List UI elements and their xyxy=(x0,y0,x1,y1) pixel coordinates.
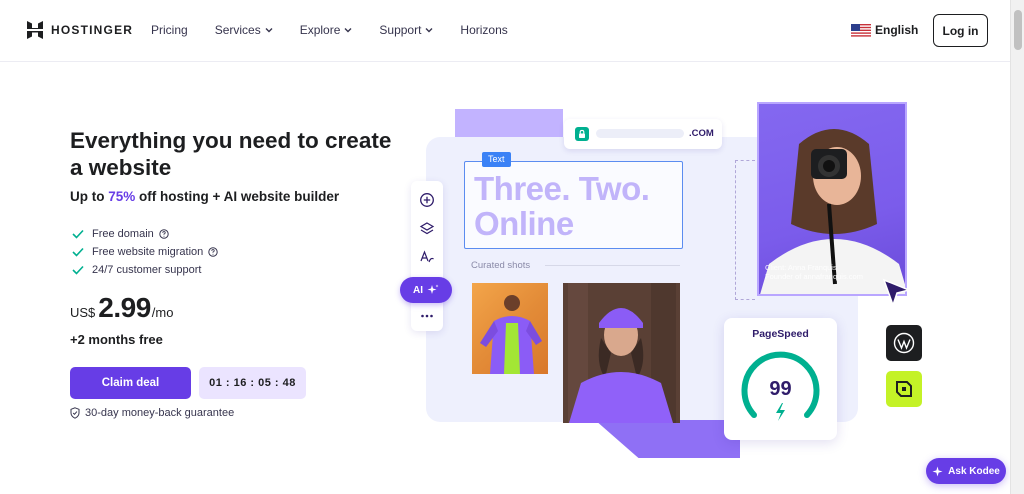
editor-toolbar xyxy=(411,181,443,331)
nav-support[interactable]: Support xyxy=(379,23,433,37)
language-selector[interactable]: English xyxy=(851,23,918,37)
headline-line: Three. Two. xyxy=(474,170,650,207)
sparkle-icon xyxy=(427,284,439,294)
lightning-icon xyxy=(776,403,785,421)
ask-kodee-label: Ask Kodee xyxy=(948,465,1000,477)
us-flag-icon xyxy=(851,23,871,37)
divider xyxy=(545,265,680,266)
text-style-icon[interactable] xyxy=(419,249,435,265)
free-months: +2 months free xyxy=(70,332,163,347)
main-nav: Pricing Services Explore Support Horizon… xyxy=(151,23,535,37)
question-icon[interactable] xyxy=(208,247,218,257)
countdown-timer: 01 : 16 : 05 : 48 xyxy=(199,367,306,399)
feature-label: 24/7 customer support xyxy=(92,264,202,276)
pagespeed-score: 99 xyxy=(769,378,792,400)
headline-text: Three. Two. Online xyxy=(474,170,650,242)
lime-brand-icon xyxy=(886,371,922,407)
question-icon[interactable] xyxy=(159,229,169,239)
decoration-block xyxy=(595,420,740,458)
plus-circle-icon[interactable] xyxy=(419,192,435,208)
selection-frame xyxy=(735,160,755,300)
domain-bar: .COM xyxy=(564,119,722,149)
price-currency: US$ xyxy=(70,305,96,320)
wordpress-icon xyxy=(886,325,922,361)
client-caption: Client: Anna Franquis Founder of annafra… xyxy=(765,263,863,281)
price-amount: 2.99 xyxy=(98,292,151,323)
more-icon[interactable] xyxy=(419,308,435,324)
ask-kodee-button[interactable]: Ask Kodee xyxy=(926,458,1006,484)
subtitle-suffix: off hosting + AI website builder xyxy=(135,189,340,204)
check-icon xyxy=(72,265,84,275)
domain-tld: .COM xyxy=(689,128,714,139)
chevron-down-icon xyxy=(344,28,352,33)
photo-man-purple-suit xyxy=(472,283,548,374)
shield-icon xyxy=(70,407,80,419)
hero-subtitle: Up to 75% off hosting + AI website build… xyxy=(70,189,339,204)
feature-item: Free website migration xyxy=(72,243,218,261)
discount-percent: 75% xyxy=(108,189,136,204)
nav-services[interactable]: Services xyxy=(215,23,273,37)
price: US$ 2.99 /mo xyxy=(70,292,173,324)
scrollbar-thumb[interactable] xyxy=(1014,10,1022,50)
domain-placeholder xyxy=(596,129,684,138)
lock-icon xyxy=(575,127,589,141)
site-header: HOSTINGER Pricing Services Explore Suppo… xyxy=(0,0,1010,62)
guarantee-label: 30-day money-back guarantee xyxy=(85,407,235,419)
subtitle-prefix: Up to xyxy=(70,189,109,204)
feature-label: Free website migration xyxy=(92,246,204,258)
ai-label: AI xyxy=(413,284,423,296)
nav-explore[interactable]: Explore xyxy=(300,23,353,37)
logo-text: HOSTINGER xyxy=(51,23,134,37)
decoration-block xyxy=(455,109,563,139)
text-tag: Text xyxy=(482,152,511,167)
nav-services-label: Services xyxy=(214,23,261,37)
nav-pricing-label: Pricing xyxy=(151,23,188,37)
feature-label: Free domain xyxy=(92,228,154,240)
layers-icon[interactable] xyxy=(419,221,435,237)
page-scrollbar[interactable] xyxy=(1010,0,1024,494)
nav-explore-label: Explore xyxy=(299,23,341,37)
page: HOSTINGER Pricing Services Explore Suppo… xyxy=(0,0,1010,494)
photo-woman-purple-beanie xyxy=(563,283,680,423)
hero-title: Everything you need to create a website xyxy=(70,128,392,180)
price-period: /mo xyxy=(151,305,174,320)
cursor-icon xyxy=(882,278,912,308)
nav-support-label: Support xyxy=(379,23,422,37)
feature-list: Free domain Free website migration 24/7 … xyxy=(72,225,218,279)
curated-label: Curated shots xyxy=(471,260,531,271)
check-icon xyxy=(72,229,84,239)
nav-horizons-label: Horizons xyxy=(460,23,508,37)
language-label: English xyxy=(875,23,919,37)
chevron-down-icon xyxy=(265,28,273,33)
chevron-down-icon xyxy=(425,28,433,33)
client-name: Client: Anna Franquis xyxy=(765,263,837,272)
feature-item: Free domain xyxy=(72,225,218,243)
logo[interactable]: HOSTINGER xyxy=(26,20,133,40)
nav-horizons[interactable]: Horizons xyxy=(460,23,507,37)
pagespeed-card: PageSpeed 99 xyxy=(724,318,837,440)
hostinger-logo-icon xyxy=(27,21,43,39)
feature-item: 24/7 customer support xyxy=(72,261,218,279)
pagespeed-title: PageSpeed xyxy=(752,328,809,340)
headline-line: Online xyxy=(474,205,574,242)
guarantee: 30-day money-back guarantee xyxy=(70,407,234,419)
nav-pricing[interactable]: Pricing xyxy=(151,23,188,37)
client-role: Founder of annafranquis.com xyxy=(765,272,863,281)
ai-button[interactable]: AI xyxy=(400,277,452,303)
sparkle-icon xyxy=(932,465,943,477)
login-button[interactable]: Log in xyxy=(933,14,988,47)
claim-deal-button[interactable]: Claim deal xyxy=(70,367,191,399)
check-icon xyxy=(72,247,84,257)
